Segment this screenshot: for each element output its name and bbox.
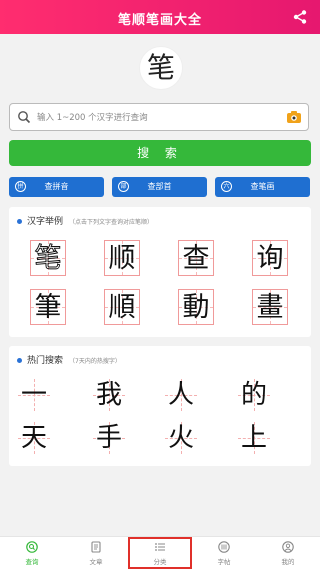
- example-char-cell[interactable]: 動: [178, 289, 214, 325]
- app-logo: 笔: [139, 46, 183, 90]
- hot-char: 上: [240, 423, 267, 453]
- example-char-cell[interactable]: 顺: [104, 240, 140, 276]
- copybook-icon: [218, 541, 230, 553]
- hot-char-cell[interactable]: 天: [18, 422, 50, 454]
- example-char: 順: [108, 292, 136, 323]
- hot-char-cell[interactable]: 火: [165, 422, 197, 454]
- camera-icon[interactable]: [286, 110, 302, 124]
- tab-label: 查询: [25, 558, 39, 566]
- examples-note: （点击下列文字查询对应笔顺）: [69, 219, 154, 226]
- example-char: 筆: [34, 292, 62, 323]
- example-char: 查: [182, 243, 210, 274]
- radical-lookup-button[interactable]: 部 查部首: [112, 177, 207, 197]
- tab-categories[interactable]: 分类: [128, 537, 192, 569]
- search-button[interactable]: 搜 索: [9, 140, 311, 166]
- tab-query[interactable]: 查询: [0, 537, 64, 569]
- logo-char: 笔: [146, 51, 175, 84]
- example-char-cell[interactable]: 筆: [30, 289, 66, 325]
- user-icon: [282, 541, 294, 553]
- tab-label: 文章: [89, 558, 103, 566]
- document-icon: [91, 541, 101, 553]
- example-char: 询: [256, 243, 284, 274]
- app-title: 笔顺笔画大全: [117, 13, 202, 28]
- radical-lookup-label: 查部首: [147, 182, 172, 191]
- stroke-lookup-label: 查笔画: [250, 182, 275, 191]
- hot-char: 手: [95, 423, 122, 453]
- example-char: 笔: [34, 243, 62, 275]
- hot-search-card: 热门搜索 （7天内的热搜字） 一 我 人 的 天 手 火 上: [9, 346, 311, 466]
- bottom-tab-bar: 查询 文章 分类 字帖 我的: [0, 536, 320, 569]
- hot-char: 火: [167, 423, 194, 453]
- search-icon: [18, 111, 31, 124]
- search-box: [9, 103, 309, 131]
- share-icon[interactable]: [292, 9, 308, 25]
- stroke-lookup-button[interactable]: 六 查笔画: [215, 177, 310, 197]
- hot-char-cell[interactable]: 我: [93, 379, 125, 411]
- hot-char: 我: [95, 380, 122, 410]
- hot-search-note: （7天内的热搜字）: [69, 358, 121, 365]
- tab-articles[interactable]: 文章: [64, 537, 128, 569]
- hot-char-cell[interactable]: 上: [238, 422, 270, 454]
- examples-header: 汉字举例 （点击下列文字查询对应笔顺）: [17, 214, 153, 227]
- hot-search-header: 热门搜索 （7天内的热搜字）: [17, 353, 121, 366]
- hot-char-cell[interactable]: 人: [165, 379, 197, 411]
- top-bar: 笔顺笔画大全: [0, 0, 320, 34]
- examples-card: 汉字举例 （点击下列文字查询对应笔顺） 笔 顺 查 询 筆 順 動 畫: [9, 207, 311, 337]
- example-char: 畫: [256, 292, 284, 323]
- tab-label: 我的: [281, 558, 295, 566]
- example-char-cell[interactable]: 询: [252, 240, 288, 276]
- hot-char: 的: [240, 380, 267, 410]
- hot-char: 一: [20, 380, 47, 410]
- section-dot-icon: [17, 358, 22, 363]
- example-char-cell[interactable]: 順: [104, 289, 140, 325]
- examples-title: 汉字举例: [27, 217, 64, 227]
- example-char: 動: [182, 292, 210, 323]
- tab-copybook[interactable]: 字帖: [192, 537, 256, 569]
- hot-char: 人: [167, 380, 194, 410]
- tab-label: 分类: [153, 558, 167, 566]
- hot-char: 天: [20, 423, 47, 453]
- section-dot-icon: [17, 219, 22, 224]
- tab-label: 字帖: [217, 558, 231, 566]
- hot-char-cell[interactable]: 的: [238, 379, 270, 411]
- hot-char-cell[interactable]: 一: [18, 379, 50, 411]
- example-char-cell[interactable]: 笔: [30, 240, 66, 276]
- hot-search-title: 热门搜索: [27, 356, 64, 366]
- example-char-cell[interactable]: 畫: [252, 289, 288, 325]
- search-circle-icon: [26, 541, 38, 553]
- tab-profile[interactable]: 我的: [256, 537, 320, 569]
- hot-char-cell[interactable]: 手: [93, 422, 125, 454]
- list-icon: [155, 543, 165, 551]
- search-input[interactable]: [35, 107, 279, 129]
- pinyin-lookup-label: 查拼音: [44, 182, 69, 191]
- example-char: 顺: [108, 243, 136, 274]
- example-char-cell[interactable]: 查: [178, 240, 214, 276]
- pinyin-lookup-button[interactable]: 拼 查拼音: [9, 177, 104, 197]
